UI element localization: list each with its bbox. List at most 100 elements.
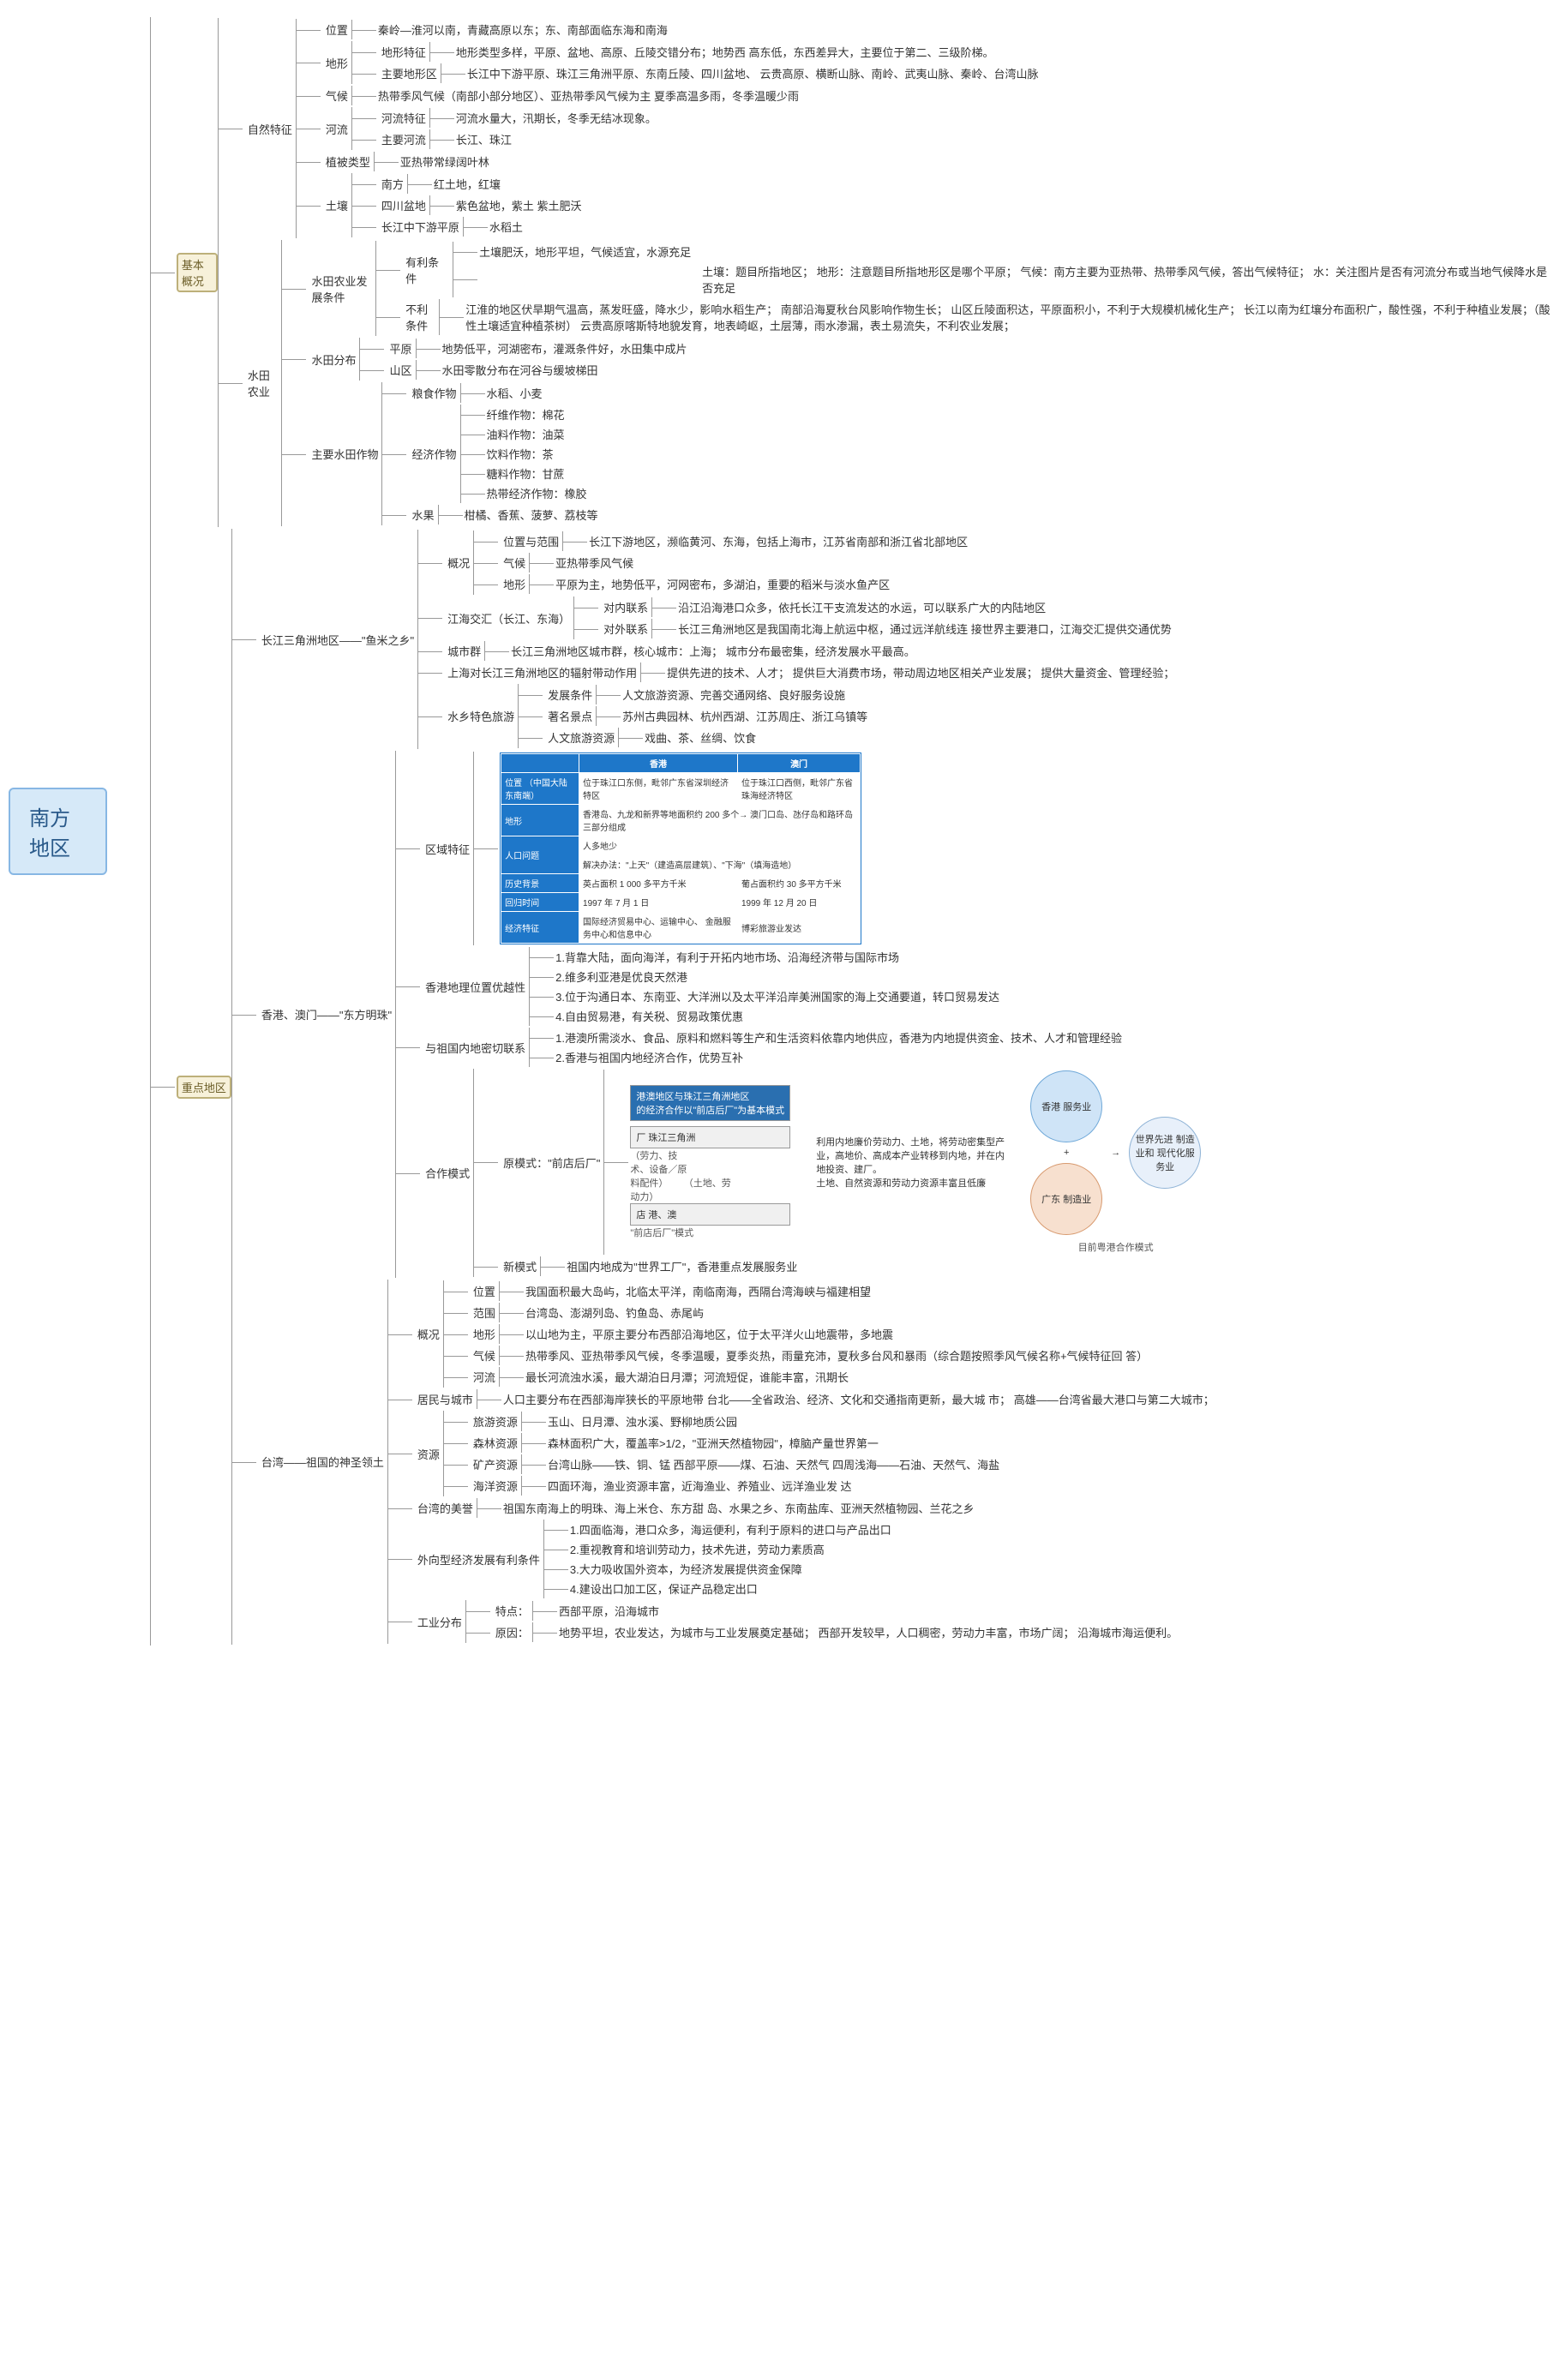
circle-result: 世界先进 制造业和 现代化服 务业 xyxy=(1129,1117,1201,1189)
td: 葡占面积约 30 多平方千米 xyxy=(738,874,861,893)
v: 人文旅游资源、完善交通网络、良好服务设施 xyxy=(622,686,845,704)
v: 2.维多利亚港是优良天然港 xyxy=(555,968,687,986)
v: 亚热带季风气候 xyxy=(555,554,633,572)
v: 1.四面临海，港口众多，海运便利，有利于原料的进口与产品出口 xyxy=(570,1520,891,1538)
k: 居民与城市 xyxy=(414,1389,477,1409)
k: 四川盆地 xyxy=(378,195,429,215)
k: 地形 xyxy=(470,1324,499,1344)
lbl: 香港、澳门——"东方明珠" xyxy=(258,1004,395,1024)
v: 4.建设出口加工区，保证产品稳定出口 xyxy=(570,1580,758,1598)
v: 台湾山脉——铁、铜、锰 西部平原——煤、石油、天然气 四周浅海——石油、天然气、… xyxy=(548,1455,999,1473)
k: 水田分布 xyxy=(308,350,359,369)
v: 最长河流浊水溪，最大湖泊日月潭；河流短促，谁能丰富，汛期长 xyxy=(525,1368,849,1386)
k: 土壤 xyxy=(322,195,351,215)
v: 秦岭—淮河以南，青藏高原以东；东、南部面临东海和南海 xyxy=(378,21,668,39)
v: 土壤肥沃，地形平坦，气候适宜，水源充足 xyxy=(479,243,691,261)
k: 与祖国内地密切联系 xyxy=(422,1038,529,1058)
k: 对内联系 xyxy=(600,597,651,617)
circle-hk: 香港 服务业 xyxy=(1030,1070,1102,1142)
k: 经济作物 xyxy=(408,444,459,464)
cat-basic: 基本概况 自然特征 位置秦岭—淮河以南，青藏高原以东；东、南部面临东海和南海 地… xyxy=(177,18,1557,527)
node-taiwan: 台湾——祖国的神圣领土 概况 位置 我国面积最大岛屿，北临太平洋，南临南海，西隔台… xyxy=(258,1280,1215,1644)
node-natural: 自然特征 位置秦岭—淮河以南，青藏高原以东；东、南部面临东海和南海 地形 地形特… xyxy=(244,19,1039,238)
td: 地形 xyxy=(501,805,579,836)
v: 玉山、日月潭、浊水溪、野柳地质公园 xyxy=(548,1412,737,1430)
circle-gd: 广东 制造业 xyxy=(1030,1163,1102,1235)
td: 香港岛、九龙和新界等地面积约 200 多个→ 澳门口岛、氹仔岛和路环岛三部分组成 xyxy=(579,805,861,836)
k: 主要地形区 xyxy=(378,63,441,83)
k: 地形特征 xyxy=(378,42,429,62)
v: 3.大力吸收国外资本，为经济发展提供资金保障 xyxy=(570,1560,802,1578)
lbl: 台湾——祖国的神圣领土 xyxy=(258,1452,387,1472)
td: 博彩旅游业发达 xyxy=(738,912,861,944)
v: 台湾岛、澎湖列岛、钓鱼岛、赤尾屿 xyxy=(525,1304,704,1322)
v: 地形类型多样，平原、盆地、高原、丘陵交错分布；地势西 高东低，东西差异大，主要位… xyxy=(456,43,994,61)
k: 位置与范围 xyxy=(500,531,562,551)
v: 地势低平，河湖密布，灌溉条件好，水田集中成片 xyxy=(442,339,687,357)
td: 位置 （中国大陆东南端） xyxy=(501,773,579,805)
td: 人口问题 xyxy=(501,836,579,874)
box: 港澳地区与珠江三角洲地区 的经济合作以"前店后厂"为基本模式 xyxy=(630,1085,790,1121)
k: 范围 xyxy=(470,1303,499,1322)
lbl: 长江三角洲地区——"鱼米之乡" xyxy=(258,630,417,650)
v: 热带经济作物：橡胶 xyxy=(487,484,587,502)
k: 水乡特色旅游 xyxy=(444,706,518,726)
root-label: 南方地区 xyxy=(9,788,107,875)
v: 长江三角洲地区是我国南北海上航运中枢，通过远洋航线连 接世界主要港口，江海交汇提… xyxy=(678,620,1172,638)
v: 森林面积广大，覆盖率>1/2，"亚洲天然植物园"，樟脑产量世界第一 xyxy=(548,1434,879,1452)
k: 地形 xyxy=(322,53,351,73)
v: 红土地，红壤 xyxy=(434,175,501,193)
td: 人多地少 xyxy=(579,836,861,855)
lbl: 水田农业 xyxy=(244,365,282,401)
k: 长江中下游平原 xyxy=(378,217,463,237)
v: 戏曲、茶、丝绸、饮食 xyxy=(645,728,756,746)
desc: 利用内地廉价劳动力、土地，将劳动密集型产 业，高地价、高成本产业转移到内地，并在… xyxy=(816,1135,1005,1190)
td: 回归时间 xyxy=(501,893,579,912)
k: 地形 xyxy=(500,574,529,594)
k: 特点： xyxy=(492,1601,532,1621)
k: 有利条件 xyxy=(402,252,453,288)
v: 我国面积最大岛屿，北临太平洋，南临南海，西隔台湾海峡与福建相望 xyxy=(525,1282,871,1300)
v: 2.香港与祖国内地经济合作，优势互补 xyxy=(555,1048,743,1066)
v: 纤维作物：棉花 xyxy=(487,405,565,423)
v: 1.港澳所需淡水、食品、原料和燃料等生产和生活资料依靠内地供应，香港为内地提供资… xyxy=(555,1028,1122,1046)
v: 油料作物：油菜 xyxy=(487,425,565,443)
k: 原模式："前店后厂" xyxy=(500,1153,603,1172)
v: 水田零散分布在河谷与缓坡梯田 xyxy=(442,361,598,379)
td: 1999 年 12 月 20 日 xyxy=(738,893,861,912)
v: 平原为主，地势低平，河网密布，多湖泊，重要的稻米与淡水鱼产区 xyxy=(555,575,890,593)
v: 四面环海，渔业资源丰富，近海渔业、养殖业、远洋渔业发 达 xyxy=(548,1477,852,1495)
td: 位于珠江口西侧，毗邻广东省珠海经济特区 xyxy=(738,773,861,805)
k: 上海对长江三角洲地区的辐射带动作用 xyxy=(444,662,640,682)
v: 长江、珠江 xyxy=(456,130,512,148)
v: 以山地为主，平原主要分布西部沿海地区，位于太平洋火山地震带，多地震 xyxy=(525,1325,893,1343)
v: 3.位于沟通日本、东南亚、大洋洲以及太平洋沿岸美洲国家的海上交通要道，转口贸易发… xyxy=(555,987,999,1005)
k: 森林资源 xyxy=(470,1433,521,1453)
v: 长江中下游平原、珠江三角洲平原、东南丘陵、四川盆地、 云贵高原、横断山脉、南岭、… xyxy=(467,64,1039,82)
v: 江淮的地区伏旱期气温高，蒸发旺盛，降水少，影响水稻生产； 南部沿海夏秋台风影响作… xyxy=(465,300,1557,334)
cat-key: 重点地区 长江三角洲地区——"鱼米之乡" 概况 位置与范围长江下游地区，濒临黄河… xyxy=(177,529,1215,1645)
k: 外向型经济发展有利条件 xyxy=(414,1550,543,1569)
v: 4.自由贸易港，有关税、贸易政策优惠 xyxy=(555,1007,743,1025)
td: 经济特征 xyxy=(501,912,579,944)
node-hk: 香港、澳门——"东方明珠" 区域特征 香港澳门 位置 （中国大陆东南端）位于珠江… xyxy=(258,751,1201,1278)
k: 主要水田作物 xyxy=(308,444,381,464)
k: 气候 xyxy=(500,553,529,573)
k: 河流 xyxy=(470,1367,499,1387)
k: 位置 xyxy=(470,1281,499,1301)
v: 长江三角洲地区城市群，核心城市：上海； 城市分布最密集，经济发展水平最高。 xyxy=(511,642,915,660)
k: 概况 xyxy=(414,1324,443,1344)
k: 台湾的美誉 xyxy=(414,1498,477,1518)
k: 粮食作物 xyxy=(408,383,459,403)
v: 热带季风气候（南部小部分地区）、亚热带季风气候为主 夏季高温多雨，冬季温暖少雨 xyxy=(378,87,799,105)
v: 沿江沿海港口众多，依托长江干支流发达的水运，可以联系广大的内陆地区 xyxy=(678,598,1046,616)
v: 水稻土 xyxy=(489,218,523,236)
small: （劳力、技 术、设备／原 料配件） （土地、劳 动力） xyxy=(630,1148,790,1203)
th: 澳门 xyxy=(738,754,861,773)
k: 水田农业发展条件 xyxy=(308,271,375,307)
td: 英占面积 1 000 多平方千米 xyxy=(579,874,738,893)
k: 植被类型 xyxy=(322,152,374,171)
k: 气候 xyxy=(322,86,351,105)
k: 著名景点 xyxy=(544,706,596,726)
k: 不利条件 xyxy=(402,299,439,335)
